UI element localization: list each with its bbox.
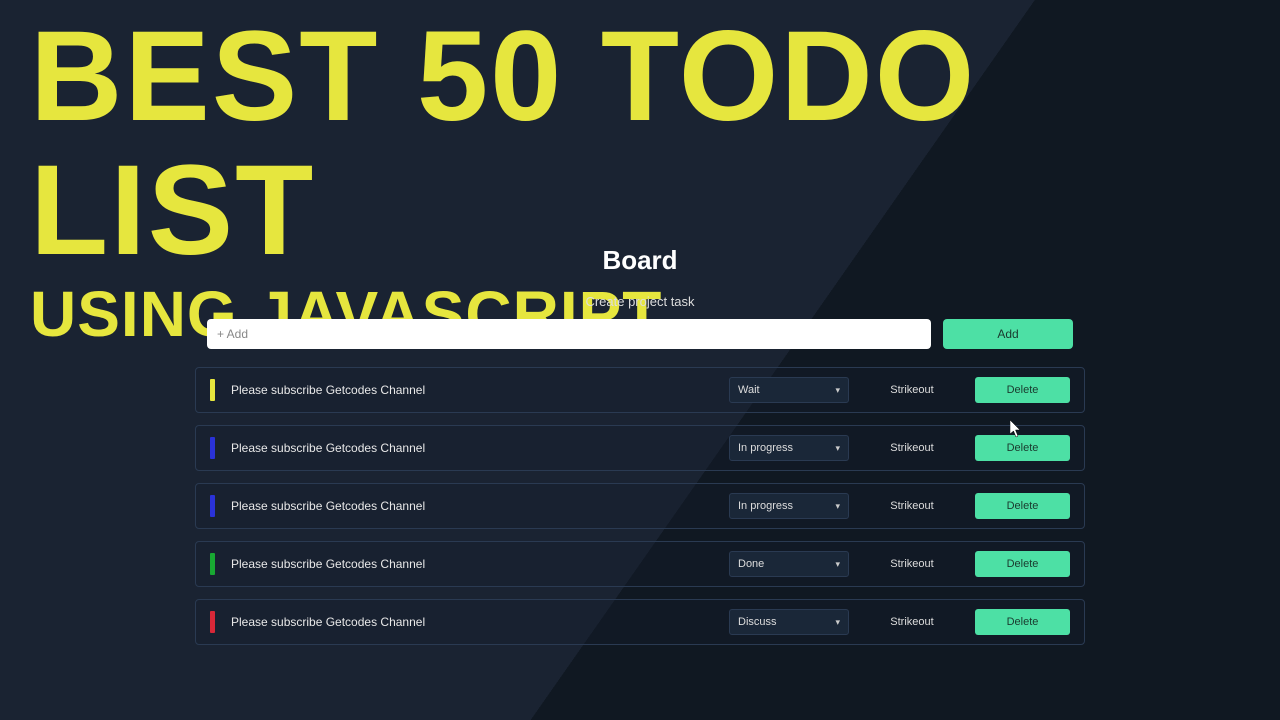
status-value: Done bbox=[738, 558, 764, 570]
status-color-bar bbox=[210, 611, 215, 633]
status-value: In progress bbox=[738, 500, 793, 512]
delete-button[interactable]: Delete bbox=[975, 493, 1070, 519]
chevron-down-icon: ▾ bbox=[835, 443, 840, 454]
task-list: Please subscribe Getcodes Channel Wait ▾… bbox=[195, 367, 1085, 645]
task-row: Please subscribe Getcodes Channel In pro… bbox=[195, 425, 1085, 471]
status-select[interactable]: In progress ▾ bbox=[729, 493, 849, 519]
task-row: Please subscribe Getcodes Channel Wait ▾… bbox=[195, 367, 1085, 413]
board-container: Board Create project task Add Please sub… bbox=[195, 245, 1085, 657]
chevron-down-icon: ▾ bbox=[835, 385, 840, 396]
status-select[interactable]: In progress ▾ bbox=[729, 435, 849, 461]
task-row: Please subscribe Getcodes Channel Discus… bbox=[195, 599, 1085, 645]
status-color-bar bbox=[210, 495, 215, 517]
board-title: Board bbox=[195, 245, 1085, 276]
chevron-down-icon: ▾ bbox=[835, 617, 840, 628]
add-task-row: Add bbox=[195, 319, 1085, 349]
headline-main: BEST 50 TODO LIST bbox=[30, 10, 1280, 279]
add-button[interactable]: Add bbox=[943, 319, 1073, 349]
status-value: Wait bbox=[738, 384, 760, 396]
create-task-label: Create project task bbox=[195, 294, 1085, 309]
delete-button[interactable]: Delete bbox=[975, 551, 1070, 577]
task-text: Please subscribe Getcodes Channel bbox=[231, 499, 729, 513]
chevron-down-icon: ▾ bbox=[835, 559, 840, 570]
strikeout-button[interactable]: Strikeout bbox=[877, 442, 947, 454]
status-select[interactable]: Wait ▾ bbox=[729, 377, 849, 403]
strikeout-button[interactable]: Strikeout bbox=[877, 384, 947, 396]
task-text: Please subscribe Getcodes Channel bbox=[231, 441, 729, 455]
task-row: Please subscribe Getcodes Channel In pro… bbox=[195, 483, 1085, 529]
strikeout-button[interactable]: Strikeout bbox=[877, 558, 947, 570]
delete-button[interactable]: Delete bbox=[975, 377, 1070, 403]
delete-button[interactable]: Delete bbox=[975, 435, 1070, 461]
task-text: Please subscribe Getcodes Channel bbox=[231, 383, 729, 397]
status-value: In progress bbox=[738, 442, 793, 454]
status-color-bar bbox=[210, 553, 215, 575]
add-task-input[interactable] bbox=[207, 319, 931, 349]
delete-button[interactable]: Delete bbox=[975, 609, 1070, 635]
chevron-down-icon: ▾ bbox=[835, 501, 840, 512]
strikeout-button[interactable]: Strikeout bbox=[877, 616, 947, 628]
status-color-bar bbox=[210, 379, 215, 401]
task-text: Please subscribe Getcodes Channel bbox=[231, 615, 729, 629]
task-row: Please subscribe Getcodes Channel Done ▾… bbox=[195, 541, 1085, 587]
status-select[interactable]: Done ▾ bbox=[729, 551, 849, 577]
strikeout-button[interactable]: Strikeout bbox=[877, 500, 947, 512]
task-text: Please subscribe Getcodes Channel bbox=[231, 557, 729, 571]
status-color-bar bbox=[210, 437, 215, 459]
status-value: Discuss bbox=[738, 616, 777, 628]
status-select[interactable]: Discuss ▾ bbox=[729, 609, 849, 635]
